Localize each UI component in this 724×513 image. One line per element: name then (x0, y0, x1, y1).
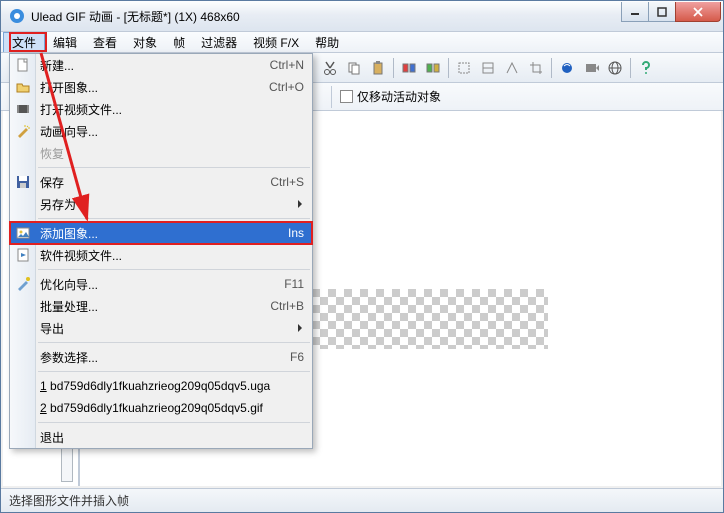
menu-item-shortcut: Ctrl+B (270, 299, 304, 313)
menu-item[interactable]: 2 bd759d6dly1fkuahzrieog209q05dqv5.gif (10, 397, 312, 419)
crop-icon[interactable] (525, 57, 547, 79)
menubar: 文件 编辑 查看 对象 帧 过滤器 视频 F/X 帮助 (1, 31, 723, 53)
menu-item-label: 优化向导... (40, 276, 284, 293)
copy-icon[interactable] (343, 57, 365, 79)
menu-item[interactable]: 软件视频文件... (10, 244, 312, 266)
menu-item[interactable]: 优化向导...F11 (10, 273, 312, 295)
menu-video-fx[interactable]: 视频 F/X (245, 32, 307, 52)
menu-item-label: 新建... (40, 57, 270, 74)
menu-item[interactable]: 导出 (10, 317, 312, 339)
highlight-file-menu (9, 32, 47, 52)
add-image-icon (14, 224, 32, 242)
menu-view[interactable]: 查看 (85, 32, 125, 52)
status-text: 选择图形文件并插入帧 (9, 492, 129, 509)
menu-item-shortcut: F6 (290, 350, 304, 364)
menu-item[interactable]: 批量处理...Ctrl+B (10, 295, 312, 317)
export-icon[interactable] (580, 57, 602, 79)
menu-item-label: 动画向导... (40, 123, 304, 140)
help-icon[interactable] (635, 57, 657, 79)
close-button[interactable] (675, 2, 721, 22)
app-icon (9, 8, 25, 24)
menu-frame[interactable]: 帧 (165, 32, 193, 52)
menu-item[interactable]: 另存为 (10, 193, 312, 215)
tool-b-icon[interactable] (477, 57, 499, 79)
open-icon (14, 78, 32, 96)
menu-item-shortcut: Ins (288, 226, 304, 240)
menu-item-label: 批量处理... (40, 298, 270, 315)
explorer-icon[interactable] (556, 57, 578, 79)
menu-item-shortcut: F11 (284, 277, 304, 291)
menu-item-label: 保存 (40, 174, 270, 191)
menu-item[interactable]: 保存Ctrl+S (10, 171, 312, 193)
menu-item-label: 1 bd759d6dly1fkuahzrieog209q05dqv5.uga (40, 379, 304, 393)
menu-item-shortcut: Ctrl+N (270, 58, 304, 72)
new-icon (14, 56, 32, 74)
menu-item-shortcut: Ctrl+O (269, 80, 304, 94)
menu-item[interactable]: 新建...Ctrl+N (10, 54, 312, 76)
menu-item-label: 参数选择... (40, 349, 290, 366)
menu-item-label: 另存为 (40, 196, 304, 213)
checkbox-box[interactable] (340, 90, 353, 103)
menu-item[interactable]: 打开图象...Ctrl+O (10, 76, 312, 98)
menu-item-label: 打开视频文件... (40, 101, 304, 118)
menu-item[interactable]: 添加图象...Ins (10, 222, 312, 244)
tool-c-icon[interactable] (501, 57, 523, 79)
menu-item[interactable]: 1 bd759d6dly1fkuahzrieog209q05dqv5.uga (10, 375, 312, 397)
window-title: Ulead GIF 动画 - [无标题*] (1X) 468x60 (31, 8, 622, 25)
checkbox-move-active-only[interactable]: 仅移动活动对象 (340, 88, 441, 105)
menu-item-label: 添加图象... (40, 225, 288, 242)
paste-icon[interactable] (367, 57, 389, 79)
optimize-icon (14, 275, 32, 293)
menu-help[interactable]: 帮助 (307, 32, 347, 52)
statusbar: 选择图形文件并插入帧 (1, 488, 723, 512)
menu-item[interactable]: 退出 (10, 426, 312, 448)
checkbox-label: 仅移动活动对象 (357, 88, 441, 105)
menu-item-label: 2 bd759d6dly1fkuahzrieog209q05dqv5.gif (40, 401, 304, 415)
wizard-icon (14, 122, 32, 140)
maximize-button[interactable] (648, 2, 676, 22)
menu-item: 恢复 (10, 142, 312, 164)
menu-item-label: 软件视频文件... (40, 247, 304, 264)
frames2-icon[interactable] (422, 57, 444, 79)
menu-item[interactable]: 动画向导... (10, 120, 312, 142)
menu-item-shortcut: Ctrl+S (270, 175, 304, 189)
menu-item-label: 恢复 (40, 145, 304, 162)
menu-edit[interactable]: 编辑 (45, 32, 85, 52)
menu-item-label: 打开图象... (40, 79, 269, 96)
globe-icon[interactable] (604, 57, 626, 79)
video-file-icon (14, 246, 32, 264)
file-menu-dropdown: 新建...Ctrl+N打开图象...Ctrl+O打开视频文件...动画向导...… (9, 53, 313, 449)
frames-icon[interactable] (398, 57, 420, 79)
menu-item[interactable]: 打开视频文件... (10, 98, 312, 120)
menu-item-label: 退出 (40, 429, 304, 446)
tool-a-icon[interactable] (453, 57, 475, 79)
menu-filter[interactable]: 过滤器 (193, 32, 245, 52)
main-window: Ulead GIF 动画 - [无标题*] (1X) 468x60 文件 编辑 … (0, 0, 724, 513)
minimize-button[interactable] (621, 2, 649, 22)
video-icon (14, 100, 32, 118)
save-icon (14, 173, 32, 191)
cut-icon[interactable] (319, 57, 341, 79)
menu-item-label: 导出 (40, 320, 304, 337)
titlebar: Ulead GIF 动画 - [无标题*] (1X) 468x60 (1, 1, 723, 31)
menu-item[interactable]: 参数选择...F6 (10, 346, 312, 368)
menu-object[interactable]: 对象 (125, 32, 165, 52)
